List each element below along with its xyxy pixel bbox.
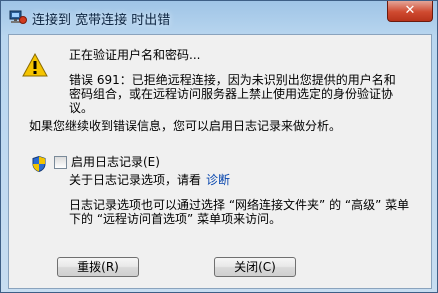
status-message: 正在验证用户名和密码... [69,48,201,62]
diagnose-link[interactable]: 诊断 [206,173,230,187]
window-close-button[interactable]: ✕ [387,1,433,22]
error-message-line-1: 错误 691：已拒绝远程连接，因为未识别出您提供的用户名和 [69,73,396,87]
title-bar[interactable]: 连接到 宽带连接 时出错 ✕ [1,1,437,35]
logging-info-text: 关于日志记录选项，请看 [69,173,202,187]
enable-logging-checkbox[interactable] [54,156,67,169]
uac-shield-icon [32,156,46,172]
error-dialog-window: 连接到 宽带连接 时出错 ✕ 正在验证用户名和密码... 错误 691：已拒绝远… [0,0,438,293]
close-button[interactable]: 关闭(C) [214,257,296,277]
dialog-content: 正在验证用户名和密码... 错误 691：已拒绝远程连接，因为未识别出您提供的用… [8,34,432,289]
redial-button[interactable]: 重拨(R) [57,257,139,277]
error-message-line-2: 密码组合，或在远程访问服务器上禁止使用选定的身份验证协 [69,87,394,101]
enable-logging-label[interactable]: 启用日志记录(E) [71,155,160,169]
logging-options-line-2: 下的 “远程访问首选项” 菜单项来访问。 [69,212,282,226]
network-connection-icon [9,10,27,24]
advice-text: 如果您继续收到错误信息，您可以启用日志记录来做分析。 [29,119,342,133]
logging-options-line-1: 日志记录选项也可以通过选择 “网络连接文件夹” 的 “高级” 菜单 [69,198,410,212]
window-title: 连接到 宽带连接 时出错 [32,13,171,28]
warning-icon [22,53,48,77]
error-message-line-3: 议。 [69,101,94,115]
